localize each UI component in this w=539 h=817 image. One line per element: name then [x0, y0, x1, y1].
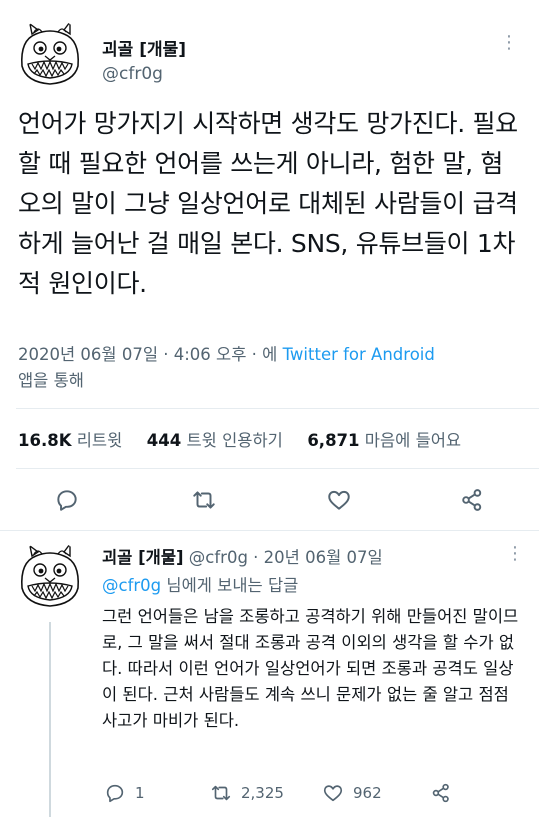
heart-icon — [323, 785, 343, 802]
thread-line — [49, 622, 51, 817]
divider — [16, 468, 539, 469]
share-icon — [462, 489, 482, 511]
share-button[interactable] — [458, 486, 486, 514]
replying-to-handle[interactable]: @cfr0g — [102, 576, 161, 595]
likes-label[interactable]: 마음에 들어요 — [365, 431, 461, 450]
author-name[interactable]: 괴골 [개물] — [102, 35, 186, 60]
quotes-count[interactable]: 444 — [147, 431, 181, 450]
heart-icon — [328, 490, 350, 510]
replying-to: @cfr0g 님에게 보내는 답글 — [102, 572, 298, 596]
reply-count: 1 — [135, 784, 145, 802]
monster-avatar-icon — [20, 541, 80, 607]
like-button[interactable] — [325, 486, 353, 514]
reply-header: 괴골 [개물] @cfr0g · 20년 06월 07일 — [102, 544, 383, 568]
retweets-label[interactable]: 리트윗 — [77, 431, 123, 450]
monster-avatar-icon — [20, 19, 80, 85]
more-dots-icon[interactable]: ⋮ — [500, 32, 519, 53]
quotes-label[interactable]: 트윗 인용하기 — [187, 431, 283, 450]
retweets-count[interactable]: 16.8K — [18, 431, 72, 450]
more-dots-icon[interactable]: ⋮ — [506, 543, 525, 564]
tweet-meta: 2020년 06월 07일 · 4:06 오후 · 에 Twitter for … — [18, 342, 523, 394]
like-count: 962 — [353, 784, 382, 802]
reply-retweet-button[interactable]: 2,325 — [210, 782, 284, 804]
reply-handle-date[interactable]: @cfr0g · 20년 06월 07일 — [189, 548, 383, 567]
reply-reply-button[interactable]: 1 — [104, 782, 145, 804]
retweet-button[interactable] — [190, 486, 218, 514]
via-suffix: 앱을 통해 — [18, 371, 84, 390]
reply-button[interactable] — [53, 486, 81, 514]
reply-like-button[interactable]: 962 — [322, 782, 382, 804]
reply-icon — [106, 784, 124, 803]
avatar[interactable] — [14, 540, 86, 612]
likes-count[interactable]: 6,871 — [307, 431, 359, 450]
divider — [16, 408, 539, 409]
retweet-icon — [211, 785, 231, 801]
share-icon — [432, 783, 449, 803]
retweet-icon — [193, 491, 215, 509]
reply-icon — [57, 490, 77, 511]
via-link[interactable]: Twitter for Android — [283, 345, 435, 364]
author-handle[interactable]: @cfr0g — [102, 64, 163, 84]
reply-author-name[interactable]: 괴골 [개물] — [102, 548, 184, 567]
tweet-timestamp[interactable]: 2020년 06월 07일 · 4:06 오후 · 에 — [18, 345, 277, 364]
reply-text: 그런 언어들은 남을 조롱하고 공격하기 위해 만들어진 말이므로, 그 말을 … — [102, 607, 519, 730]
retweet-count: 2,325 — [241, 784, 284, 802]
reply-share-button[interactable] — [430, 782, 461, 804]
avatar[interactable] — [14, 18, 86, 90]
tweet-stats: 16.8K 리트윗 444 트윗 인용하기 6,871 마음에 들어요 — [18, 427, 461, 451]
divider — [0, 530, 539, 531]
tweet-text: 언어가 망가지기 시작하면 생각도 망가진다. 필요할 때 필요한 언어를 쓰는… — [18, 109, 518, 298]
replying-to-suffix: 님에게 보내는 답글 — [166, 576, 299, 595]
